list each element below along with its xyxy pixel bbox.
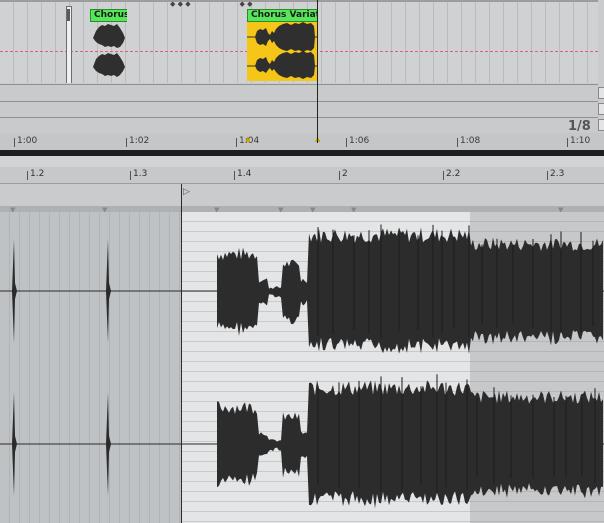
beat-tick: 2 <box>339 169 348 180</box>
lane-divider <box>0 84 598 85</box>
left-channel-wave <box>0 224 604 354</box>
track-top-border <box>0 0 598 2</box>
locator-markers-icon: ◆ ◆ ◆ ◆ ◆ <box>170 0 253 8</box>
grid-quantization-label: 1/8 <box>568 119 591 134</box>
playhead-line <box>317 0 318 143</box>
audio-track-lane[interactable]: ◆ ◆ ◆ ◆ ◆ Chorus Chorus Variation <box>0 0 598 83</box>
track-button[interactable] <box>598 119 604 131</box>
track-button[interactable] <box>598 103 604 115</box>
clip-chorus-variation[interactable]: Chorus Variation <box>247 9 317 81</box>
loop-start-marker-icon[interactable]: ▲ <box>245 135 250 143</box>
arrangement-time-ruler[interactable]: 1:00 1:02 1:04 1:06 1:08 1:10 <box>0 133 604 150</box>
sample-display[interactable] <box>0 184 604 523</box>
clip-beat-ruler[interactable]: 1.2 1.3 1.4 2 2.2 2.3 <box>0 167 604 183</box>
ruler-tick: 1:00 <box>13 136 38 147</box>
arrangement-view: ◆ ◆ ◆ ◆ ◆ Chorus Chorus Variation <box>0 0 604 150</box>
ruler-tick: 1:02 <box>125 136 150 147</box>
sample-waveform <box>0 224 604 509</box>
loop-brace-handle[interactable] <box>67 9 70 21</box>
right-channel-wave <box>0 374 604 509</box>
track-buttons <box>598 84 604 134</box>
track-button[interactable] <box>598 87 604 99</box>
clip-waveform <box>247 22 317 79</box>
ableton-window: ◆ ◆ ◆ ◆ ◆ Chorus Chorus Variation <box>0 0 604 523</box>
sample-start-line[interactable] <box>181 184 182 523</box>
lane-divider <box>0 117 598 118</box>
beat-tick: 1.3 <box>129 169 148 180</box>
marker-row[interactable] <box>0 184 604 206</box>
clip-chorus[interactable]: Chorus <box>90 9 127 81</box>
empty-track-lanes[interactable] <box>0 84 598 134</box>
start-marker-icon[interactable]: ▷ <box>183 187 190 197</box>
ruler-tick: 1:10 <box>566 136 591 147</box>
clip-waveform <box>93 24 125 77</box>
beat-tick: 2.3 <box>546 169 565 180</box>
ruler-tick: 1:08 <box>456 136 481 147</box>
beat-tick: 1.4 <box>233 169 252 180</box>
clip-detail-view: 1.2 1.3 1.4 2 2.2 2.3 ▷ ▼ ▼ ▼ ▼ ▼ ▼ ▼ <box>0 156 604 523</box>
lane-divider <box>0 101 598 102</box>
beat-tick: 2.2 <box>442 169 461 180</box>
beat-tick: 1.2 <box>26 169 45 180</box>
ruler-tick: 1:06 <box>345 136 370 147</box>
